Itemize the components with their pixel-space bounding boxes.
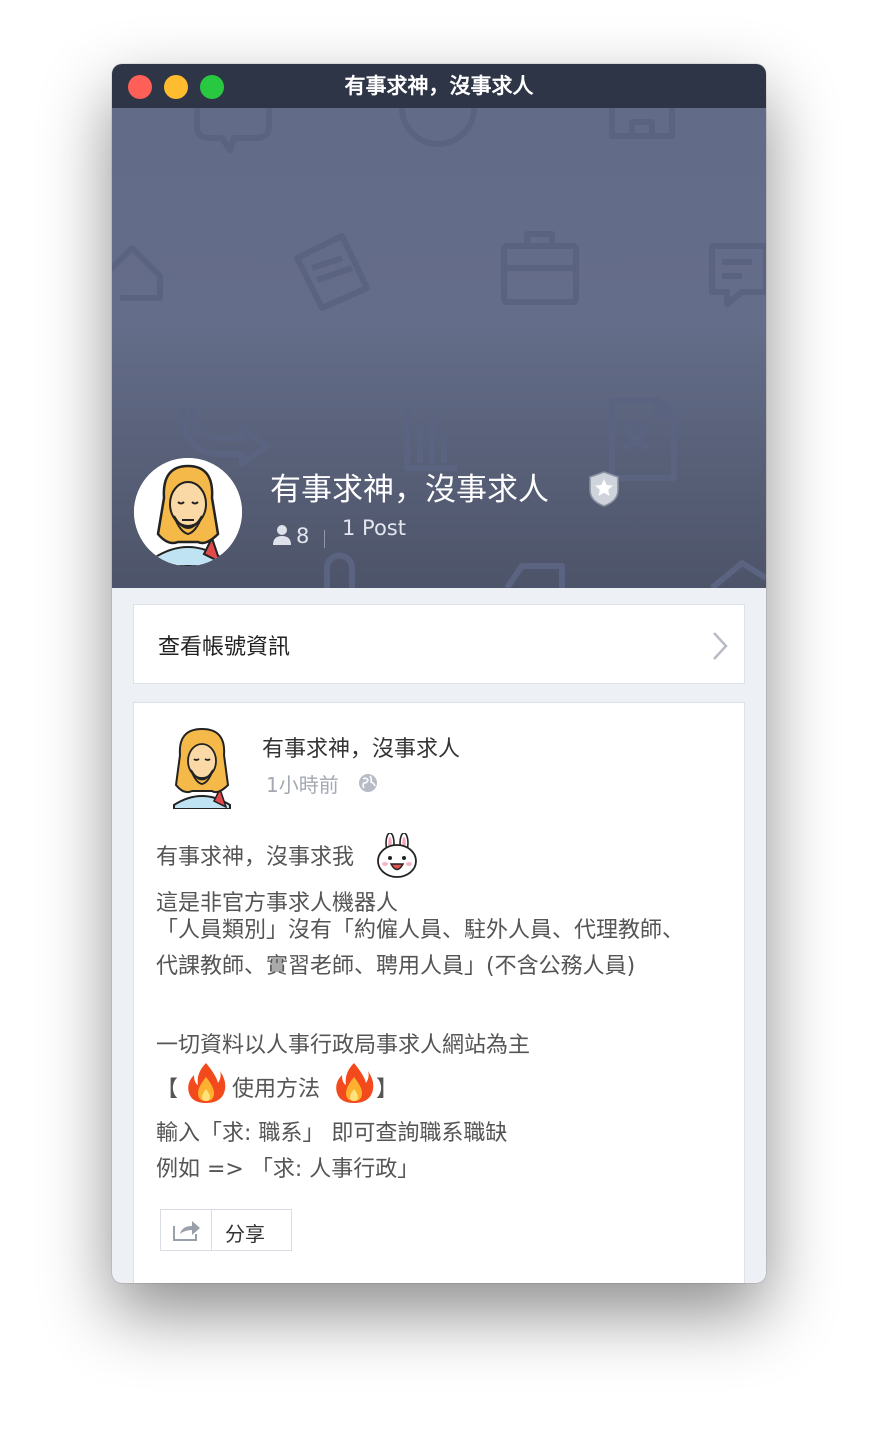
profile-name: 有事求神，沒事求人: [270, 472, 549, 508]
fire-emoji-icon: [336, 1063, 374, 1103]
app-window: 有事求神，沒事求人 有事求神，沒事求人 8 1 Post 查看帳號資訊 有事求神…: [112, 64, 766, 1283]
stats-divider: [324, 530, 325, 548]
post-card: 有事求神，沒事求人 1小時前 有事求神，沒事求我 這是非官方事求人機器人 「人員…: [133, 702, 745, 1283]
share-button[interactable]: 分享: [160, 1209, 292, 1251]
post-line-7: 例如 => 「求: 人事行政」: [156, 1157, 420, 1182]
post-count[interactable]: 1 Post: [342, 516, 406, 540]
post-line-5-close: 】: [376, 1077, 399, 1102]
share-label: 分享: [225, 1222, 265, 1246]
profile-avatar[interactable]: [134, 458, 242, 566]
shield-badge-icon: [589, 471, 619, 507]
post-line-3: 「人員類別」沒有「約僱人員、駐外人員、代理教師、代課教師、實習老師、聘用人員」(…: [156, 918, 685, 979]
account-info-label: 查看帳號資訊: [158, 635, 291, 660]
globe-icon: [359, 774, 377, 792]
account-info-row[interactable]: 查看帳號資訊: [133, 604, 745, 684]
post-timestamp: 1小時前: [266, 773, 339, 797]
fire-emoji-icon: [188, 1063, 226, 1103]
post-line-5-open: 【: [156, 1077, 179, 1102]
share-icon-box: [161, 1210, 212, 1250]
person-icon: [273, 525, 291, 545]
title-bar: 有事求神，沒事求人: [112, 64, 766, 108]
post-author-name[interactable]: 有事求神，沒事求人: [262, 731, 460, 763]
chevron-right-icon: [713, 632, 728, 660]
follower-count: 8: [296, 524, 310, 548]
post-line-4: 一切資料以人事行政局事求人網站為主: [156, 1033, 531, 1058]
post-line-5-text: 使用方法: [232, 1077, 321, 1102]
bunny-emoji-icon: [377, 833, 417, 878]
window-title: 有事求神，沒事求人: [344, 74, 534, 98]
profile-cover: 有事求神，沒事求人 8 1 Post: [112, 108, 766, 588]
post-line-6: 輸入「求: 職系」 即可查詢職系職缺: [156, 1121, 508, 1146]
post-author-avatar[interactable]: [164, 725, 240, 809]
share-icon: [173, 1221, 200, 1241]
post-line-1: 有事求神，沒事求我: [156, 845, 355, 870]
